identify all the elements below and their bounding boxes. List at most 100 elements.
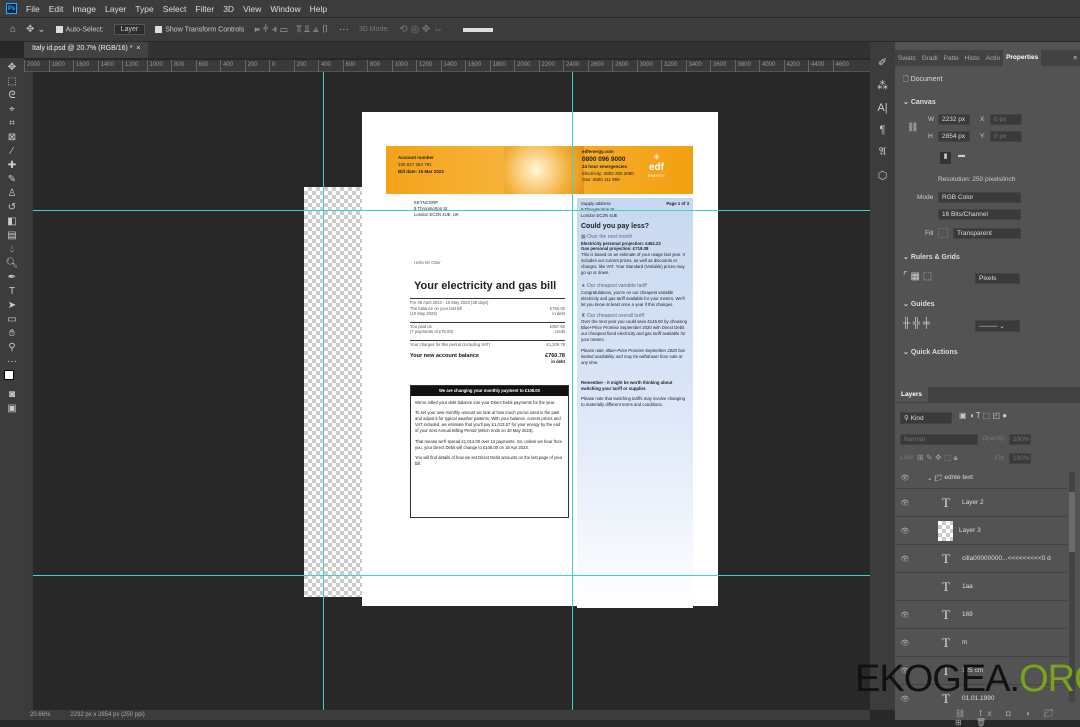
eye-icon[interactable]: 👁︎ [895,474,915,482]
mode-select[interactable]: RGB Color [938,192,1021,203]
brush-settings-icon[interactable]: ✐ [878,56,887,69]
menu-type[interactable]: Type [135,4,153,14]
tab-swatches[interactable]: Swatc [895,55,919,62]
layer-item[interactable]: 👁︎ Tcilla00000000...<<<<<<<<<0 d [895,545,1067,573]
stamp-tool-icon[interactable]: ♙ [8,188,17,199]
eye-hidden-icon[interactable]: ▫ [895,583,915,590]
eye-icon[interactable]: 👁︎ [895,639,915,647]
frame-tool-icon[interactable]: ⊠ [8,132,16,143]
x-input[interactable]: 0 px [990,114,1022,125]
align-icons[interactable]: ⫢ ⫩ ⫣ ▭ ⫪ ⫫ ⫨ ▯ [254,24,329,35]
type-tool-icon[interactable]: T [9,286,15,297]
width-input[interactable]: 2232 px [938,114,970,125]
landscape-icon[interactable]: ▬ [956,152,967,164]
tab-history[interactable]: Histo [962,55,983,62]
eye-icon[interactable]: 👁︎ [895,555,915,563]
zoom-tool-icon[interactable]: ⚲ [8,342,15,353]
gradient-tool-icon[interactable]: ▤ [7,230,16,241]
screen-mode-icon[interactable]: ▣ [7,403,16,414]
brushes-icon[interactable]: ⁂ [877,79,888,92]
home-icon[interactable]: ⌂ [10,24,16,35]
layer-group[interactable]: 👁︎ ⌄ 📁︎ ednte text [895,467,1067,489]
layer-item[interactable]: 👁︎ T Layer 2 [895,489,1067,517]
more-tools-icon[interactable]: ··· [7,356,17,367]
panel-menu-icon[interactable]: ≡ [1070,55,1080,62]
eyedropper-tool-icon[interactable]: ⁄ [11,146,13,157]
menu-file[interactable]: File [26,4,40,14]
menu-window[interactable]: Window [270,4,300,14]
kind-filter[interactable]: ⚲ Kind [900,412,952,424]
y-input[interactable]: 0 px [990,131,1022,142]
guide-vertical[interactable] [323,72,324,710]
layer-item[interactable]: 👁︎ Tm [895,629,1067,657]
tab-actions[interactable]: Actio [983,55,1003,62]
healing-tool-icon[interactable]: ✚ [8,160,16,171]
tab-patterns[interactable]: Patte [941,55,962,62]
move-tool-icon[interactable]: ✥ [8,62,16,73]
tab-gradients[interactable]: Gradi [919,55,941,62]
dodge-tool-icon[interactable]: 🔍︎ [6,258,19,269]
eye-icon[interactable]: 👁︎ [895,527,915,535]
brush-tool-icon[interactable]: ✎ [8,174,16,185]
units-select[interactable]: Pixels [975,273,1020,284]
hand-tool-icon[interactable]: ✋︎ [9,328,15,339]
3d-orbit-icons[interactable]: ⟲ ◎ ✥ ⇔ [399,24,443,35]
portrait-icon[interactable]: ▮ [940,152,951,164]
guides-icons[interactable]: ╫ ╬ ╪ [903,318,930,329]
menu-view[interactable]: View [243,4,261,14]
quick-actions-section[interactable]: ⌄ Quick Actions [903,348,958,356]
close-tab-icon[interactable]: × [136,45,140,52]
bit-depth-select[interactable]: 16 Bits/Channel [938,209,1021,220]
character-icon[interactable]: A| [877,102,887,114]
quick-select-tool-icon[interactable]: ⌖ [9,104,15,115]
paragraph-icon[interactable]: ¶ [880,124,886,136]
guide-vertical[interactable] [572,72,573,710]
link-icon[interactable]: ⛓ [907,122,918,133]
history-brush-icon[interactable]: ↺ [8,202,16,213]
document-tab[interactable]: Italy id.psd @ 20.7% (RGB/16) * × [24,42,149,58]
lock-icons[interactable]: ⊞ ✎ ✥ ⬚ 🔒︎ [917,453,958,463]
canvas-section[interactable]: ⌄ Canvas [903,98,936,106]
menu-select[interactable]: Select [163,4,187,14]
more-icon[interactable]: ··· [339,24,349,35]
document-page[interactable]: Account number 100 827 354 791 Bill date… [362,112,718,608]
rulers-icon[interactable]: ⌜ ▦ ⬚ [903,271,932,282]
tab-layers[interactable]: Layers [895,387,928,402]
layer-item[interactable]: 👁︎ T 169 [895,601,1067,629]
menu-3d[interactable]: 3D [223,4,234,14]
move-tool-icon[interactable]: ✥ ⌄ [26,24,46,35]
menu-filter[interactable]: Filter [195,4,214,14]
guide-horizontal[interactable] [33,575,870,576]
lasso-tool-icon[interactable]: ᘓ [8,90,15,101]
auto-select-checkbox[interactable]: Auto-Select: [55,25,104,33]
glyphs-icon[interactable]: 𝔄 [879,146,886,159]
layer-select[interactable]: Layer [113,24,146,35]
zoom-level[interactable]: 20.66% [30,712,50,718]
fill-select[interactable]: Transparent [953,228,1021,239]
menu-layer[interactable]: Layer [105,4,126,14]
guide-horizontal[interactable] [33,210,870,211]
guide-style-select[interactable]: ──── ⌄ [975,320,1020,332]
eraser-tool-icon[interactable]: ◧ [7,216,16,227]
guides-section[interactable]: ⌄ Guides [903,300,935,308]
path-select-tool-icon[interactable]: ➤ [8,300,16,311]
blend-mode-select[interactable]: Normal [900,434,978,445]
filter-icons[interactable]: ▣ ◑ T ⬚ ◰ ● [959,411,1007,420]
color-swatches-icon[interactable] [4,370,20,386]
tab-properties[interactable]: Properties [1003,50,1042,66]
menu-image[interactable]: Image [72,4,96,14]
rulers-grids-section[interactable]: ⌄ Rulers & Grids [903,253,960,261]
eye-icon[interactable]: 👁︎ [895,611,915,619]
fill-swatch[interactable] [938,228,948,238]
menu-help[interactable]: Help [310,4,327,14]
layer-fill-input[interactable]: 100% [1009,453,1031,464]
layer-item[interactable]: ▫ T 1aa [895,573,1067,601]
eye-icon[interactable]: 👁︎ [895,499,915,507]
layer-actions-bar[interactable]: ⛓ fx ◘ ◑ 📁︎ ⊞ 🗑︎ [955,709,1080,727]
3d-icon[interactable]: ⬡ [878,169,888,182]
show-transform-checkbox[interactable]: Show Transform Controls [155,25,244,33]
marquee-tool-icon[interactable]: ⬚ [7,76,16,87]
quick-mask-icon[interactable]: ◙ [9,389,15,400]
opacity-input[interactable]: 100% [1009,434,1031,445]
crop-tool-icon[interactable]: ⌗ [9,118,15,129]
